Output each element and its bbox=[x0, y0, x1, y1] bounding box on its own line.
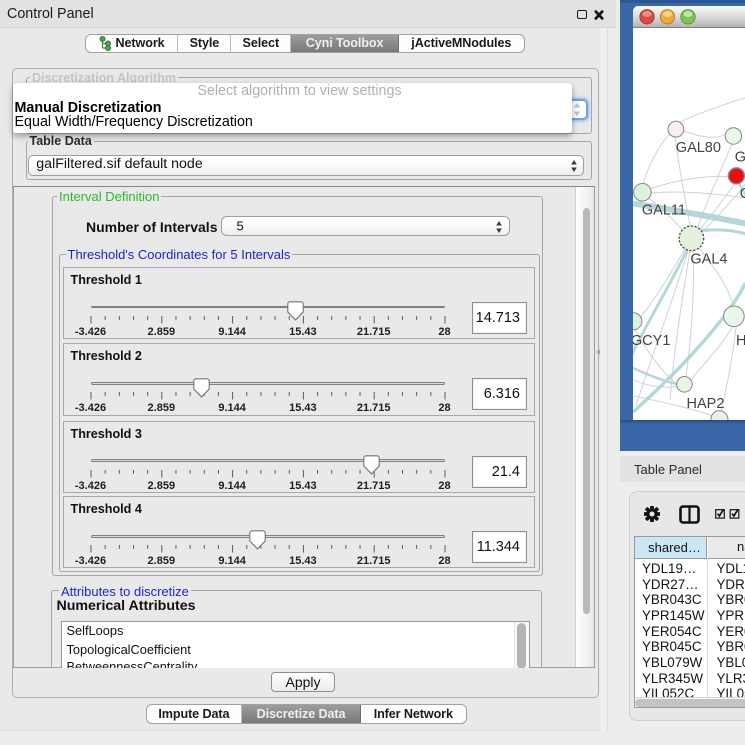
svg-text:GCY1: GCY1 bbox=[633, 332, 670, 348]
svg-text:GAL11: GAL11 bbox=[641, 202, 685, 218]
svg-text:G: G bbox=[739, 186, 745, 202]
svg-text:H: H bbox=[736, 332, 745, 348]
svg-text:HAP2: HAP2 bbox=[686, 396, 724, 412]
svg-text:GAL80: GAL80 bbox=[675, 140, 720, 156]
svg-text:GA: GA bbox=[734, 149, 745, 165]
svg-text:GAL4: GAL4 bbox=[690, 251, 727, 267]
